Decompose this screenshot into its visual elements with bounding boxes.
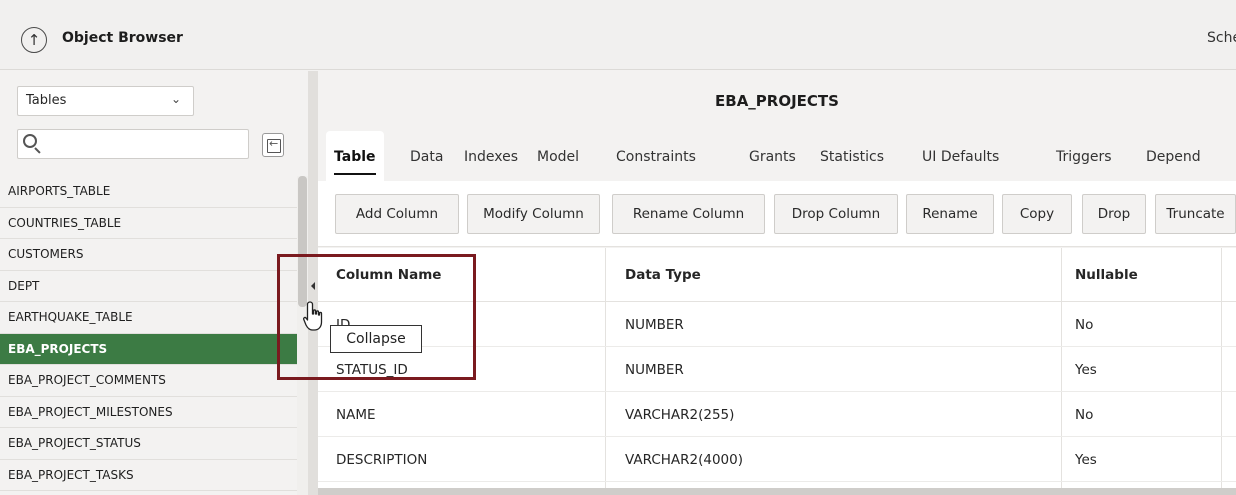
- list-item[interactable]: COUNTRIES_TABLE: [0, 208, 297, 239]
- add-column-button[interactable]: Add Column: [335, 194, 459, 234]
- list-item[interactable]: EBA_PROJECT_TASKS: [0, 460, 297, 491]
- rename-column-button[interactable]: Rename Column: [612, 194, 765, 234]
- modify-column-button[interactable]: Modify Column: [467, 194, 600, 234]
- list-item-selected[interactable]: EBA_PROJECTS: [0, 333, 297, 365]
- tab-table[interactable]: Table: [326, 131, 384, 181]
- cell-column-name: NAME: [336, 407, 376, 423]
- horizontal-scrollbar[interactable]: [318, 488, 1236, 495]
- chevron-down-icon: ⌄: [170, 92, 181, 106]
- list-item[interactable]: EBA_PROJECT_COMMENTS: [0, 365, 297, 397]
- list-item[interactable]: CUSTOMERS: [0, 239, 297, 271]
- object-name-title: EBA_PROJECTS: [715, 92, 839, 110]
- list-item[interactable]: AIRPORTS_TABLE: [0, 176, 297, 208]
- collapse-list-button[interactable]: [262, 133, 284, 157]
- tab-model[interactable]: Model: [537, 131, 579, 181]
- list-item[interactable]: EARTHQUAKE_TABLE: [0, 302, 297, 334]
- detail-tabs: Table Data Indexes Model Constraints Gra…: [318, 131, 1236, 181]
- tab-data[interactable]: Data: [410, 131, 443, 181]
- list-item[interactable]: EBA_PROJECT_MILESTONES: [0, 397, 297, 428]
- tab-ui-defaults[interactable]: UI Defaults: [922, 131, 999, 181]
- search-icon: [23, 134, 37, 148]
- table-toolbar: Add Column Modify Column Rename Column D…: [318, 181, 1236, 247]
- cell-nullable: Yes: [1075, 362, 1097, 378]
- object-type-select[interactable]: Tables ⌄: [17, 86, 194, 116]
- cell-data-type: VARCHAR2(255): [625, 407, 735, 423]
- drop-button[interactable]: Drop: [1082, 194, 1146, 234]
- list-item[interactable]: EBA_PROJECT_STATUS: [0, 428, 297, 460]
- search-input[interactable]: [17, 129, 249, 159]
- column-header-nullable[interactable]: Nullable: [1075, 265, 1138, 285]
- page-title: Object Browser: [62, 30, 183, 46]
- cell-nullable: No: [1075, 317, 1094, 333]
- cell-nullable: Yes: [1075, 452, 1097, 468]
- tab-statistics[interactable]: Statistics: [820, 131, 884, 181]
- app-header: ↑ Object Browser Sche: [0, 0, 1236, 70]
- list-item[interactable]: DEPT: [0, 271, 297, 302]
- object-list: AIRPORTS_TABLE COUNTRIES_TABLE CUSTOMERS…: [0, 176, 297, 491]
- column-header-type[interactable]: Data Type: [625, 265, 701, 285]
- drop-column-button[interactable]: Drop Column: [774, 194, 898, 234]
- rename-button[interactable]: Rename: [906, 194, 994, 234]
- schema-label[interactable]: Sche: [1207, 30, 1236, 46]
- copy-button[interactable]: Copy: [1002, 194, 1072, 234]
- object-type-value: Tables: [26, 93, 67, 108]
- cell-data-type: NUMBER: [625, 362, 684, 378]
- tab-indexes[interactable]: Indexes: [464, 131, 518, 181]
- hand-cursor-icon: [303, 301, 323, 331]
- table-row[interactable]: DESCRIPTION VARCHAR2(4000) Yes: [318, 438, 1236, 482]
- tab-grants[interactable]: Grants: [749, 131, 796, 181]
- cell-data-type: VARCHAR2(4000): [625, 452, 743, 468]
- arrow-up-icon[interactable]: ↑: [21, 27, 47, 53]
- cell-column-name: DESCRIPTION: [336, 452, 428, 468]
- table-row[interactable]: NAME VARCHAR2(255) No: [318, 393, 1236, 437]
- tab-dependencies[interactable]: Depend: [1146, 131, 1201, 181]
- cell-nullable: No: [1075, 407, 1094, 423]
- object-list-panel: Tables ⌄ AIRPORTS_TABLE COUNTRIES_TABLE …: [0, 71, 308, 495]
- truncate-button[interactable]: Truncate: [1155, 194, 1236, 234]
- cell-data-type: NUMBER: [625, 317, 684, 333]
- tab-constraints[interactable]: Constraints: [616, 131, 696, 181]
- tab-triggers[interactable]: Triggers: [1056, 131, 1112, 181]
